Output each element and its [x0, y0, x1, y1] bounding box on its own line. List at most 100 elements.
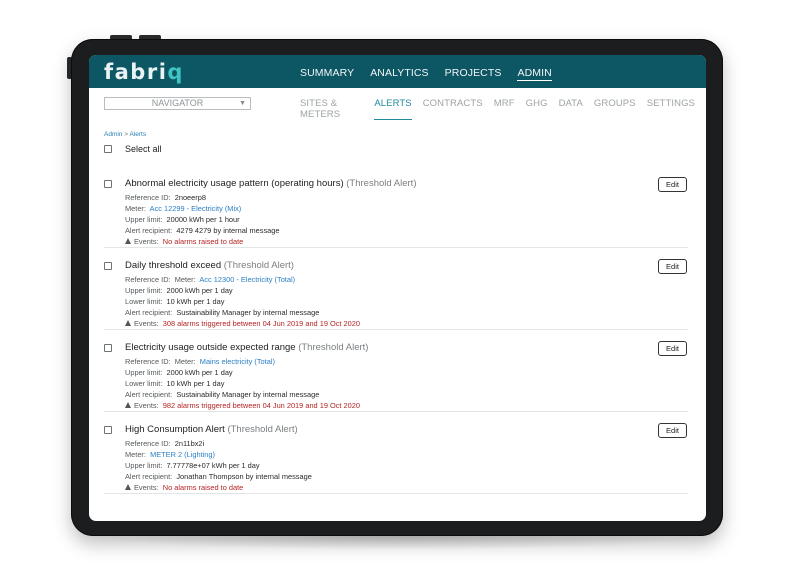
edit-button[interactable]: Edit	[658, 341, 687, 356]
upper-limit-label: Upper limit:	[125, 461, 163, 470]
events-value: No alarms raised to date	[162, 237, 244, 246]
lower-limit-value: 10 kWh per 1 day	[166, 379, 225, 388]
meter-link[interactable]: Acc 12299 - Electricity (Mix)	[150, 204, 242, 213]
upper-limit-label: Upper limit:	[125, 368, 163, 377]
alert-name: Daily threshold exceed	[125, 260, 222, 271]
reference-value: 2noeerp8	[174, 193, 206, 202]
top-navigation-bar: fabriq SUMMARY ANALYTICS PROJECTS ADMIN	[89, 55, 706, 88]
alert-checkbox[interactable]	[104, 344, 112, 352]
divider	[104, 329, 688, 330]
meter-link[interactable]: Acc 12300 - Electricity (Total)	[199, 275, 295, 284]
alert-recipient: Alert recipient: Sustainability Manager …	[125, 390, 319, 399]
alert-title: Electricity usage outside expected range…	[125, 342, 368, 353]
reference-value: 2n11bx2i	[174, 439, 205, 448]
alert-upper-limit: Upper limit: 2000 kWh per 1 day	[125, 286, 233, 295]
recipient-value: Sustainability Manager by internal messa…	[176, 390, 320, 399]
alert-events: Events: No alarms raised to date	[125, 237, 243, 246]
fabriq-logo[interactable]: fabriq	[104, 60, 184, 84]
tab-alerts[interactable]: ALERTS	[374, 98, 412, 120]
alert-type: (Threshold Alert)	[223, 260, 294, 271]
alert-recipient: Alert recipient: Jonathan Thompson by in…	[125, 472, 312, 481]
recipient-label: Alert recipient:	[125, 390, 173, 399]
meter-label: Meter:	[174, 275, 196, 284]
alert-checkbox[interactable]	[104, 180, 112, 188]
tab-ghg[interactable]: GHG	[526, 98, 548, 120]
warning-icon	[125, 402, 131, 408]
breadcrumb-admin[interactable]: Admin	[104, 131, 122, 138]
edit-button[interactable]: Edit	[658, 259, 687, 274]
nav-summary[interactable]: SUMMARY	[300, 67, 354, 81]
events-value: 308 alarms triggered between 04 Jun 2019…	[162, 319, 360, 328]
reference-label: Reference ID:	[125, 439, 171, 448]
tab-groups[interactable]: GROUPS	[594, 98, 636, 120]
alert-name: Abnormal electricity usage pattern (oper…	[125, 178, 344, 189]
alert-upper-limit: Upper limit: 7.77778e+07 kWh per 1 day	[125, 461, 260, 470]
meter-label: Meter:	[174, 357, 196, 366]
alert-lower-limit: Lower limit: 10 kWh per 1 day	[125, 379, 224, 388]
lower-limit-label: Lower limit:	[125, 297, 163, 306]
navigator-label: NAVIGATOR	[151, 98, 204, 108]
alert-events: Events: 308 alarms triggered between 04 …	[125, 319, 360, 328]
alert-reference-meter: Reference ID: Meter: Acc 12300 - Electri…	[125, 275, 295, 284]
recipient-value: 4279 4279 by internal message	[176, 226, 280, 235]
divider	[104, 247, 688, 248]
logo-text-accent: q	[167, 60, 184, 84]
upper-limit-label: Upper limit:	[125, 215, 163, 224]
events-label: Events:	[134, 237, 159, 246]
warning-icon	[125, 320, 131, 326]
reference-label: Reference ID:	[125, 275, 171, 284]
warning-icon	[125, 484, 131, 490]
navigator-dropdown[interactable]: NAVIGATOR ▼	[104, 97, 251, 110]
recipient-value: Jonathan Thompson by internal message	[176, 472, 312, 481]
alert-type: (Threshold Alert)	[346, 178, 417, 189]
alert-type: (Threshold Alert)	[298, 342, 369, 353]
upper-limit-label: Upper limit:	[125, 286, 163, 295]
alert-reference-meter: Reference ID: Meter: Mains electricity (…	[125, 357, 275, 366]
meter-label: Meter:	[125, 450, 146, 459]
alert-name: High Consumption Alert	[125, 424, 225, 435]
alert-recipient: Alert recipient: 4279 4279 by internal m…	[125, 226, 280, 235]
events-value: No alarms raised to date	[162, 483, 244, 492]
nav-projects[interactable]: PROJECTS	[445, 67, 502, 81]
edit-button[interactable]: Edit	[658, 423, 687, 438]
tab-contracts[interactable]: CONTRACTS	[423, 98, 483, 120]
upper-limit-value: 7.77778e+07 kWh per 1 day	[166, 461, 260, 470]
tab-settings[interactable]: SETTINGS	[647, 98, 695, 120]
meter-link[interactable]: METER 2 (Lighting)	[150, 450, 215, 459]
alert-meter: Meter: Acc 12299 - Electricity (Mix)	[125, 204, 241, 213]
warning-icon	[125, 238, 131, 244]
divider	[104, 411, 688, 412]
recipient-label: Alert recipient:	[125, 226, 173, 235]
meter-link[interactable]: Mains electricity (Total)	[200, 357, 275, 366]
tab-mrf[interactable]: MRF	[494, 98, 515, 120]
recipient-value: Sustainability Manager by internal messa…	[176, 308, 320, 317]
tab-sites-meters[interactable]: SITES & METERS	[300, 98, 363, 120]
recipient-label: Alert recipient:	[125, 308, 173, 317]
app-screen: fabriq SUMMARY ANALYTICS PROJECTS ADMIN …	[89, 55, 706, 521]
upper-limit-value: 2000 kWh per 1 day	[166, 368, 233, 377]
upper-limit-value: 20000 kWh per 1 hour	[166, 215, 240, 224]
alert-upper-limit: Upper limit: 20000 kWh per 1 hour	[125, 215, 240, 224]
events-label: Events:	[134, 483, 159, 492]
alert-reference: Reference ID: 2n11bx2i	[125, 439, 204, 448]
admin-subnav: SITES & METERS ALERTS CONTRACTS MRF GHG …	[300, 98, 706, 120]
alert-recipient: Alert recipient: Sustainability Manager …	[125, 308, 319, 317]
events-label: Events:	[134, 319, 159, 328]
breadcrumb: Admin > Alerts	[104, 131, 146, 138]
lower-limit-value: 10 kWh per 1 day	[166, 297, 225, 306]
nav-analytics[interactable]: ANALYTICS	[370, 67, 428, 81]
alert-events: Events: 982 alarms triggered between 04 …	[125, 401, 360, 410]
main-nav: SUMMARY ANALYTICS PROJECTS ADMIN	[300, 67, 568, 81]
alert-checkbox[interactable]	[104, 262, 112, 270]
nav-admin[interactable]: ADMIN	[517, 67, 552, 81]
edit-button[interactable]: Edit	[658, 177, 687, 192]
alert-title: Daily threshold exceed (Threshold Alert)	[125, 260, 294, 271]
alert-checkbox[interactable]	[104, 426, 112, 434]
select-all-checkbox[interactable]	[104, 145, 112, 153]
breadcrumb-separator: >	[124, 131, 129, 138]
breadcrumb-alerts[interactable]: Alerts	[130, 131, 147, 138]
alert-type: (Threshold Alert)	[227, 424, 298, 435]
select-all-label[interactable]: Select all	[125, 144, 162, 154]
alert-upper-limit: Upper limit: 2000 kWh per 1 day	[125, 368, 233, 377]
tab-data[interactable]: DATA	[559, 98, 583, 120]
